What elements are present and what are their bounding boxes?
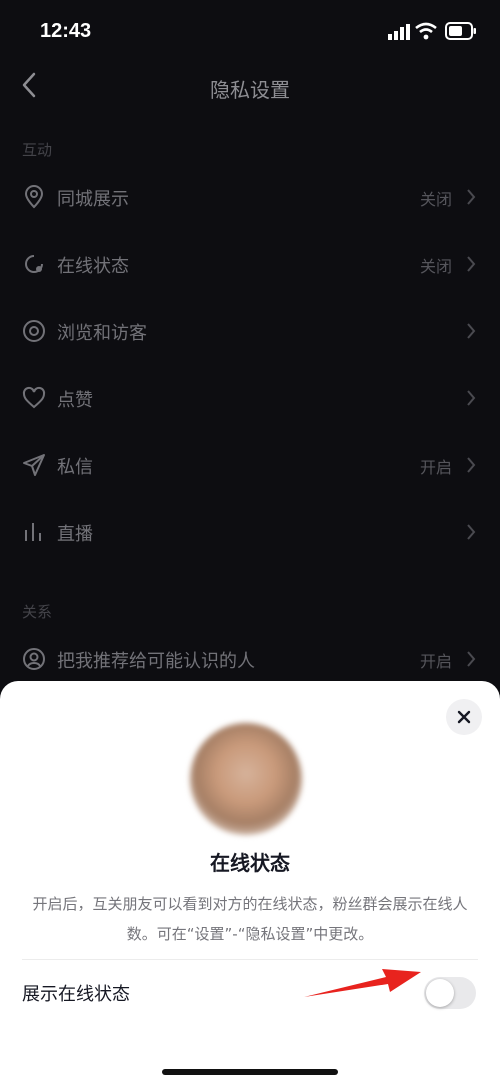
red-arrow-annotation [304,969,421,997]
divider [22,959,478,960]
row-label: 在线状态 [57,256,129,277]
chevron-right-icon [467,256,476,272]
row-value: 关闭 [419,257,452,276]
chevron-right-icon [467,524,476,540]
row-label: 私信 [57,457,93,478]
online-status-toggle[interactable] [424,977,476,1009]
row-city-display[interactable]: 同城展示 关闭 [0,164,500,231]
row-views-visitors[interactable]: 浏览和访客 [0,298,500,365]
chevron-right-icon [467,457,476,473]
row-label: 同城展示 [57,189,129,210]
chevron-right-icon [467,323,476,339]
status-bar: 12:43 [0,0,500,62]
chevron-right-icon [467,390,476,406]
close-icon [457,710,471,724]
user-circle-icon [23,648,45,670]
live-bars-icon [25,523,41,541]
toggle-knob [426,979,454,1007]
home-indicator [162,1069,338,1075]
row-value: 关闭 [419,190,452,209]
battery-icon [445,22,476,40]
row-value: 开启 [419,652,452,671]
chevron-right-icon [467,189,476,205]
eye-icon [23,320,45,342]
row-live-stream[interactable]: 直播 [0,499,500,566]
row-label: 浏览和访客 [57,323,147,344]
nav-header: 隐私设置 [0,62,500,108]
row-value: 开启 [419,458,452,477]
wifi-icon [415,22,437,40]
cellular-signal-icon [388,24,410,40]
close-button[interactable] [446,699,482,735]
online-status-icon [25,255,43,273]
row-label: 直播 [57,524,93,545]
row-private-message[interactable]: 私信 开启 [0,432,500,499]
row-label: 点赞 [57,390,93,411]
row-likes[interactable]: 点赞 [0,365,500,432]
row-label: 把我推荐给可能认识的人 [57,651,255,672]
send-icon [23,454,45,476]
sheet-title: 在线状态 [210,851,290,875]
heart-icon [22,386,46,409]
location-icon [24,185,44,209]
page-title: 隐私设置 [210,78,290,102]
avatar [190,723,302,835]
section-label-interaction: 互动 [22,141,53,159]
sheet-description: 开启后，互关朋友可以看到对方的在线状态，粉丝群会展示在线人数。可在“设置”-“隐… [32,895,468,943]
status-time: 12:43 [40,20,92,42]
chevron-right-icon [467,651,476,667]
online-status-sheet: 在线状态 开启后，互关朋友可以看到对方的在线状态，粉丝群会展示在线人数。可在“设… [0,681,500,1083]
toggle-label: 展示在线状态 [22,984,130,1005]
row-online-status[interactable]: 在线状态 关闭 [0,231,500,298]
section-label-relations: 关系 [22,603,53,621]
